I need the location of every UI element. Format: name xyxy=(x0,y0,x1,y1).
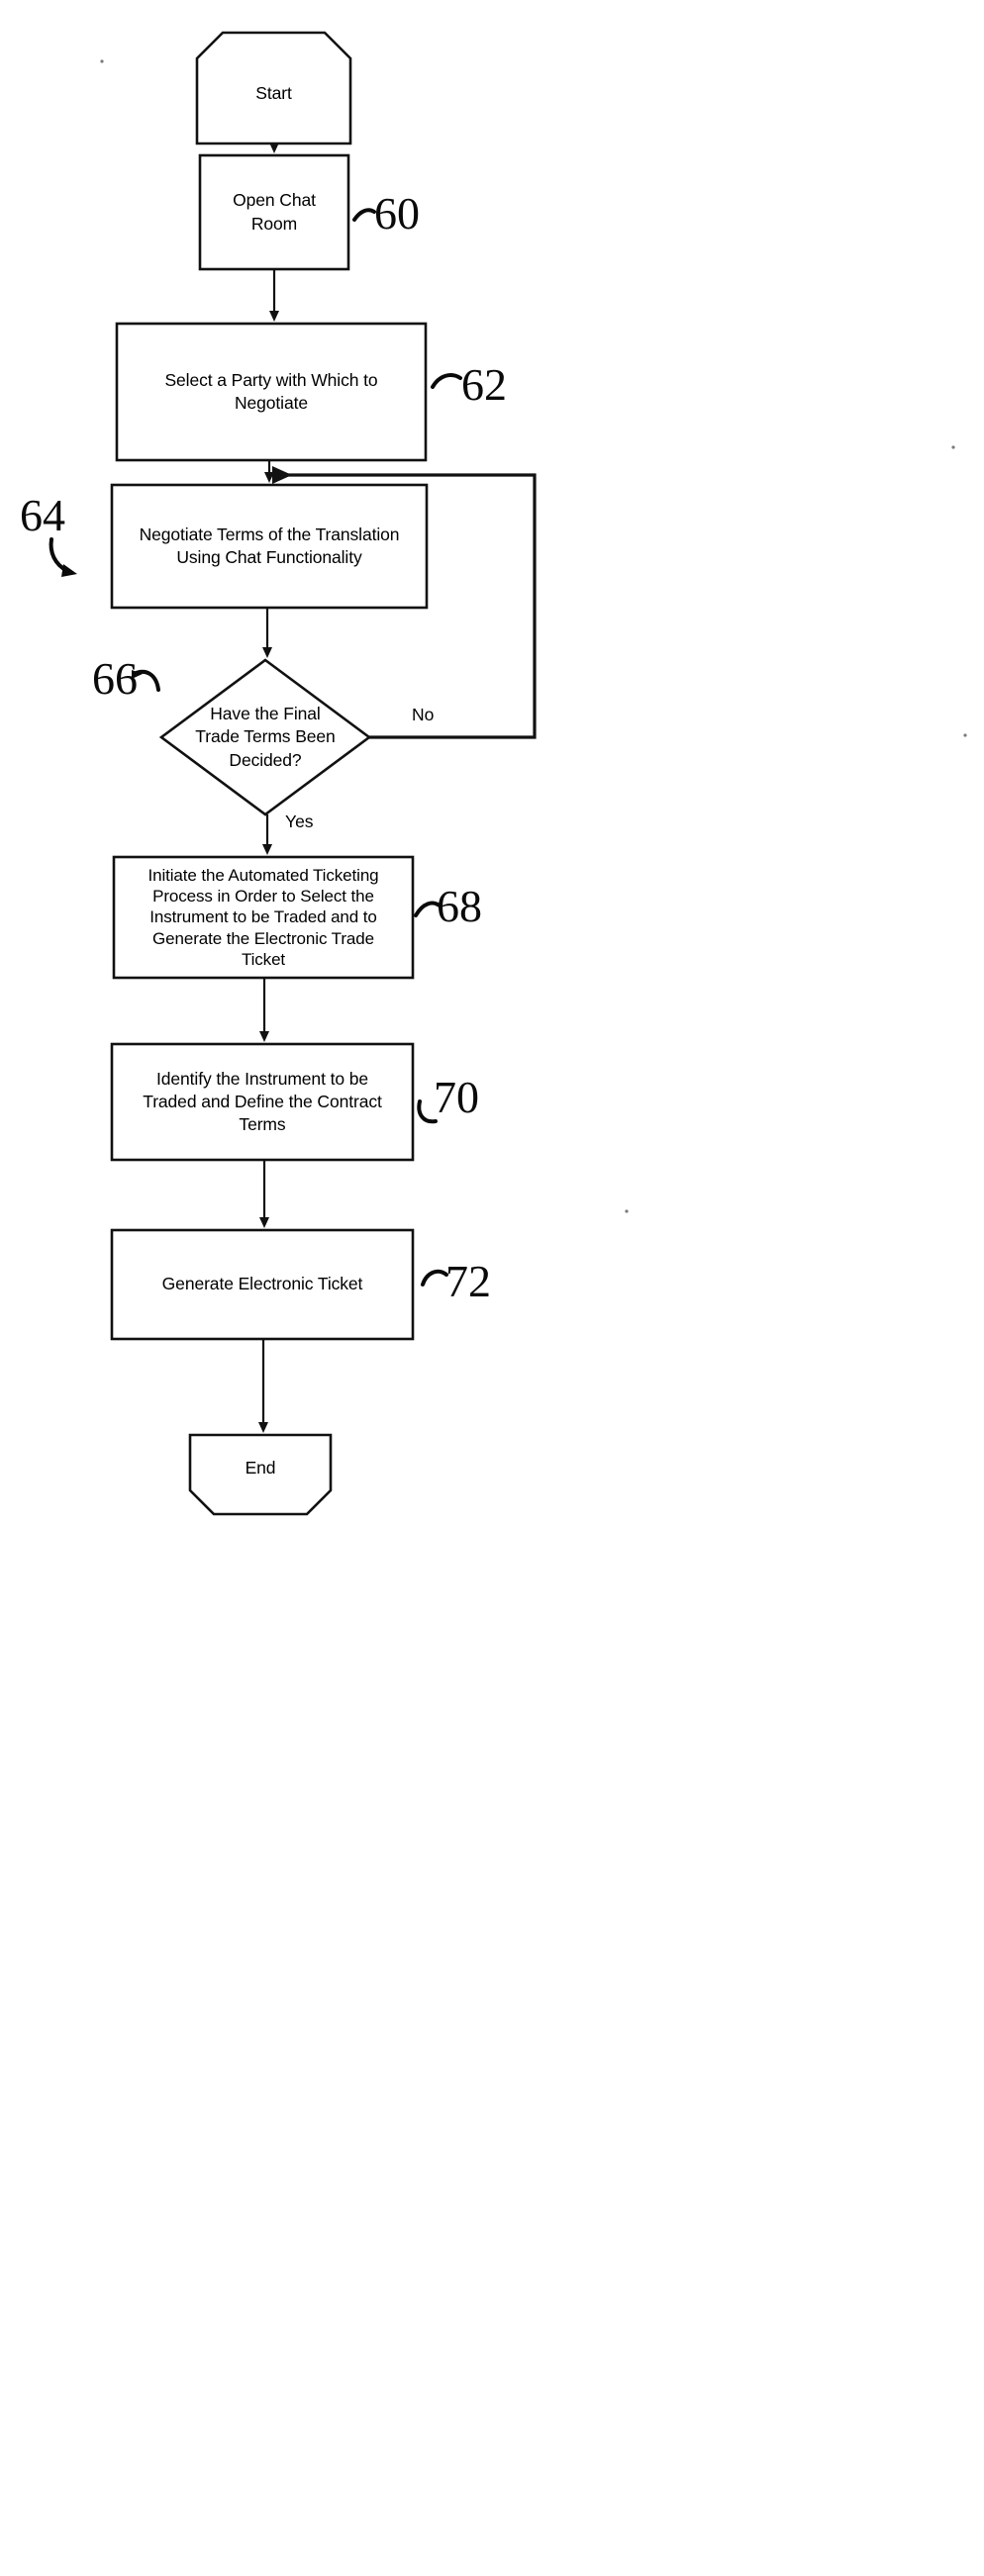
reference-numeral-66: 66 xyxy=(92,653,138,704)
reference-numeral-70: 70 xyxy=(434,1072,479,1122)
node-label-end: End xyxy=(245,1458,276,1479)
node-label-decision: Have the Final Trade Terms Been Decided? xyxy=(195,704,336,770)
scan-speck xyxy=(625,1209,629,1213)
node-label-select-party: Select a Party with Which to Negotiate xyxy=(164,369,378,413)
leader-stroke-72 xyxy=(421,1269,448,1287)
reference-numeral-72: 72 xyxy=(445,1256,491,1306)
flowchart-canvas: Start Open Chat Room Select a Party with… xyxy=(0,0,984,2576)
node-label-start: Start xyxy=(255,83,292,104)
reference-numeral-62: 62 xyxy=(461,359,507,410)
reference-numeral-60: 60 xyxy=(374,188,420,239)
node-label-initiate: Initiate the Automated Ticketing Process… xyxy=(148,865,379,969)
leader-stroke-62 xyxy=(431,373,462,389)
node-label-identify: Identify the Instrument to be Traded and… xyxy=(143,1068,382,1135)
edge-label-no: No xyxy=(412,705,435,724)
scan-speck xyxy=(100,59,104,63)
scan-speck xyxy=(951,445,955,449)
leader-arrowhead-64 xyxy=(61,564,77,577)
leader-stroke-60 xyxy=(352,208,376,222)
reference-numeral-64: 64 xyxy=(20,490,65,540)
scan-speck xyxy=(963,733,967,737)
node-label-generate: Generate Electronic Ticket xyxy=(161,1274,363,1294)
node-label-open-chat: Open Chat Room xyxy=(233,190,316,234)
edge-label-yes: Yes xyxy=(285,811,314,831)
reference-numeral-68: 68 xyxy=(437,881,482,931)
node-label-negotiate: Negotiate Terms of the Translation Using… xyxy=(139,524,400,567)
